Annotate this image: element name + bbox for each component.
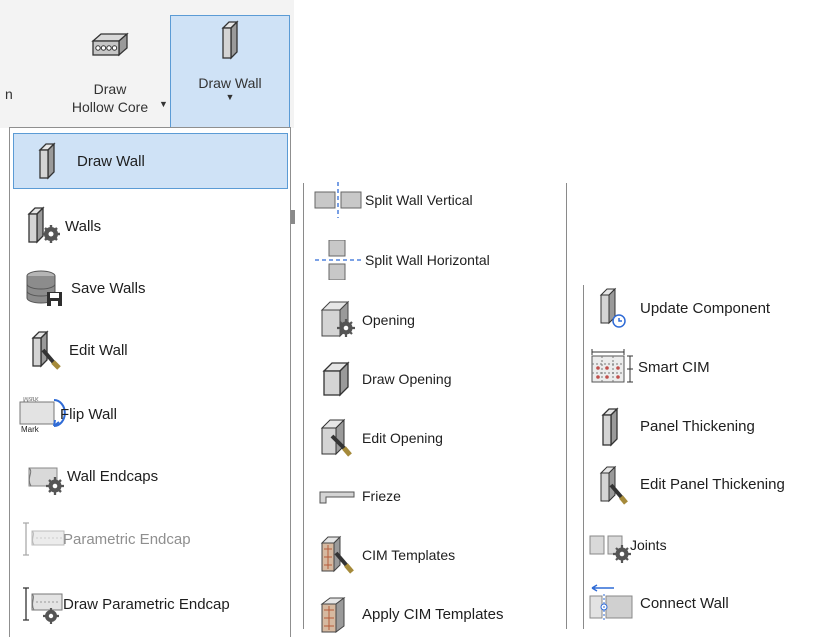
menu-item-label: Flip Wall <box>60 405 117 423</box>
flip-wall-icon: Mark Mark <box>18 394 66 434</box>
cim-templates-icon <box>318 535 360 575</box>
menu-item-label: Parametric Endcap <box>63 530 191 548</box>
hollow-core-label-line1: Draw <box>93 81 127 97</box>
ribbon-truncated-label: n <box>5 86 13 102</box>
menu-item-frieze[interactable]: Frieze <box>318 476 401 516</box>
menu-item-draw-parametric-endcap[interactable]: Draw Parametric Endcap <box>20 582 230 626</box>
menu-item-parametric-endcap[interactable]: Parametric Endcap <box>20 517 191 561</box>
menu-item-label: Opening <box>362 312 415 328</box>
menu-item-label: Walls <box>65 217 102 235</box>
joints-gear-icon <box>588 525 636 565</box>
menu-item-label: Smart CIM <box>638 358 710 376</box>
panel-thickening-icon <box>595 406 635 447</box>
menu-item-save-walls[interactable]: Save Walls <box>25 266 145 310</box>
menu-item-opening[interactable]: Opening <box>318 300 415 340</box>
menu-item-apply-cim-templates[interactable]: Apply CIM Templates <box>318 594 503 634</box>
draw-wall-ribbon-label: Draw Wall <box>198 75 262 91</box>
draw-hollow-core-button[interactable]: Draw Hollow Core <box>50 10 170 126</box>
menu-item-label: Draw Wall <box>77 152 145 170</box>
wall-gear-icon <box>25 206 65 246</box>
smart-cim-icon <box>590 347 636 387</box>
menu-item-label: Split Wall Horizontal <box>365 252 490 268</box>
menu-item-label: Wall Endcaps <box>67 467 159 485</box>
draw-wall-ribbon-button[interactable]: Draw Wall ▼ <box>170 15 290 128</box>
menu-item-smart-cim[interactable]: Smart CIM <box>590 346 710 388</box>
hollow-core-label-line2: Hollow Core <box>71 99 149 115</box>
edit-opening-icon <box>318 418 360 458</box>
hollow-core-dropdown-caret-icon[interactable]: ▼ <box>159 99 168 109</box>
opening-gear-icon <box>318 300 360 340</box>
draw-opening-icon <box>318 359 360 399</box>
menu-item-update-component[interactable]: Update Component <box>595 287 770 329</box>
menu-item-label: Connect Wall <box>640 594 729 612</box>
connect-wall-icon <box>588 583 636 623</box>
flip-mark-bottom: Mark <box>21 425 40 434</box>
frieze-icon <box>318 476 360 516</box>
menu-item-label: Joints <box>630 537 667 553</box>
column-separator <box>583 285 584 629</box>
menu-item-label: Edit Wall <box>69 341 128 359</box>
menu-item-label: Draw Parametric Endcap <box>63 595 230 613</box>
split-vertical-icon <box>313 180 363 220</box>
menu-item-label: Edit Opening <box>362 430 443 446</box>
menu-item-draw-opening[interactable]: Draw Opening <box>318 359 452 399</box>
menu-item-panel-thickening[interactable]: Panel Thickening <box>595 405 755 447</box>
wall-edit-icon <box>25 330 65 370</box>
menu-item-edit-panel-thickening[interactable]: Edit Panel Thickening <box>595 463 785 505</box>
menu-item-label: Apply CIM Templates <box>362 605 504 623</box>
menu-item-label: Draw Opening <box>362 371 452 387</box>
endcap-gear-icon <box>25 456 69 496</box>
menu-item-split-wall-vertical[interactable]: Split Wall Vertical <box>313 180 473 220</box>
menu-item-wall-endcaps[interactable]: Wall Endcaps <box>25 454 158 498</box>
menu-item-edit-opening[interactable]: Edit Opening <box>318 418 443 458</box>
menu-item-cim-templates[interactable]: CIM Templates <box>318 535 455 575</box>
wall-panel-icon <box>27 141 67 181</box>
wall-panel-icon <box>220 20 240 60</box>
menu-item-draw-wall[interactable]: Draw Wall <box>13 133 288 189</box>
flip-mark-top: Mark <box>23 395 39 402</box>
ribbon-panel: n Draw Hollow Core ▼ Draw Wall ▼ <box>0 0 294 128</box>
database-save-icon <box>25 268 65 308</box>
menu-item-label: Panel Thickening <box>640 417 755 435</box>
column-separator <box>303 183 304 629</box>
draw-wall-dropdown-caret-icon: ▼ <box>225 92 235 102</box>
menu-item-label: Update Component <box>640 299 771 317</box>
apply-cim-templates-icon <box>318 594 360 634</box>
update-component-icon <box>595 287 635 328</box>
menu-item-walls[interactable]: Walls <box>25 204 101 248</box>
menu-item-label: Split Wall Vertical <box>365 192 473 208</box>
menu-item-connect-wall[interactable]: Connect Wall <box>588 582 729 624</box>
column-separator <box>566 183 567 629</box>
menu-item-label: Edit Panel Thickening <box>640 475 785 493</box>
menu-item-label: Frieze <box>362 488 401 504</box>
menu-item-label: CIM Templates <box>362 547 456 563</box>
menu-item-joints[interactable]: Joints <box>588 524 667 566</box>
menu-item-split-wall-horizontal[interactable]: Split Wall Horizontal <box>313 240 490 280</box>
menu-separator-stub <box>291 210 295 224</box>
menu-item-flip-wall[interactable]: Mark Mark Flip Wall <box>18 392 117 436</box>
parametric-endcap-icon <box>20 519 68 559</box>
draw-parametric-endcap-icon <box>20 584 68 624</box>
menu-item-edit-wall[interactable]: Edit Wall <box>25 328 128 372</box>
edit-panel-thickening-icon <box>595 464 635 505</box>
split-horizontal-icon <box>313 240 363 280</box>
menu-item-label: Save Walls <box>71 279 146 297</box>
hollow-core-slab-icon <box>91 24 129 64</box>
